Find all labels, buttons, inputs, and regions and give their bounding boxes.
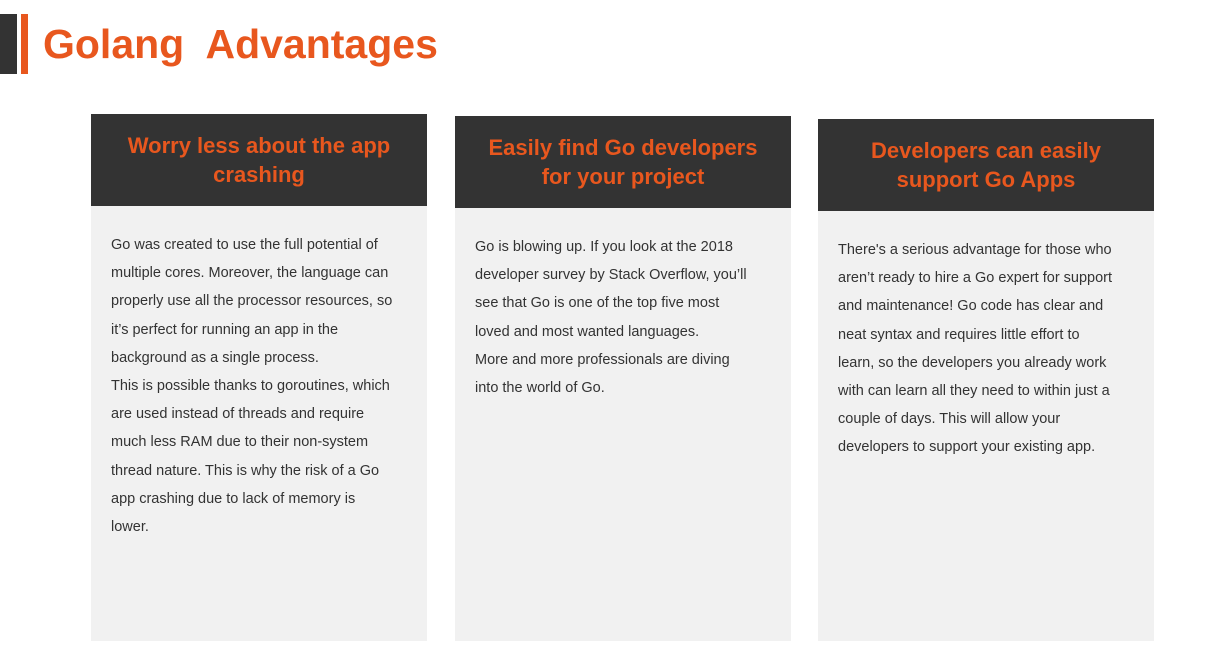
text-line: are used instead of threads and require [111, 406, 365, 423]
card-text: There's a serious advantage for those wh… [838, 236, 1136, 462]
card-body: Go was created to use the full potential… [91, 206, 427, 541]
text-line: into the world of Go. [475, 380, 605, 397]
card-body: There's a serious advantage for those wh… [818, 211, 1154, 462]
text-line: This is possible thanks to goroutines, w… [111, 378, 390, 395]
text-line: aren’t ready to hire a Go expert for sup… [838, 270, 1113, 287]
card-developer-availability: Easily find Go developers for your proje… [455, 116, 791, 641]
text-line: multiple cores. Moreover, the language c… [111, 265, 389, 282]
card-body: Go is blowing up. If you look at the 201… [455, 208, 791, 402]
slide-title: Golang Advantages [43, 21, 438, 67]
text-line: developer survey by Stack Overflow, you’… [475, 267, 747, 284]
text-line: More and more professionals are diving [475, 351, 730, 368]
text-line: lower. [111, 519, 149, 536]
text-line: it’s perfect for running an app in the [111, 321, 339, 338]
title-accent-bar-dark [0, 14, 17, 74]
text-line: and maintenance! Go code has clear and [838, 298, 1104, 315]
text-line: developers to support your existing app. [838, 439, 1096, 456]
text-line: neat syntax and requires little effort t… [838, 326, 1080, 343]
card-app-support: Developers can easily support Go Apps Th… [818, 119, 1154, 641]
text-line: Go is blowing up. If you look at the 201… [475, 239, 733, 255]
card-heading: Worry less about the app crashing [127, 133, 391, 187]
text-line: much less RAM due to their non-system [111, 434, 369, 451]
text-line: properly use all the processor resources… [111, 293, 393, 310]
card-app-stability: Worry less about the app crashing Go was… [91, 114, 427, 641]
text-line: learn, so the developers you already wor… [838, 354, 1107, 371]
text-line: couple of days. This will allow your [838, 411, 1061, 428]
card-heading: Developers can easily support Go Apps [871, 138, 1101, 192]
slide: Golang Advantages Worry less about the a… [0, 0, 1229, 655]
title-accent-bar-orange [21, 14, 28, 74]
text-line: There's a serious advantage for those wh… [838, 242, 1112, 258]
text-line: Go was created to use the full potential… [111, 237, 378, 253]
card-text: Go was created to use the full potential… [111, 231, 409, 541]
text-line: see that Go is one of the top five most [475, 295, 720, 312]
card-heading: Easily find Go developers for your proje… [488, 135, 758, 189]
card-header: Easily find Go developers for your proje… [455, 116, 791, 208]
card-text: Go is blowing up. If you look at the 201… [475, 233, 773, 402]
text-line: thread nature. This is why the risk of a… [111, 462, 380, 479]
card-header: Worry less about the app crashing [91, 114, 427, 206]
text-line: app crashing due to lack of memory is [111, 490, 356, 507]
card-header: Developers can easily support Go Apps [818, 119, 1154, 211]
text-line: background as a single process. [111, 349, 319, 366]
text-line: with can learn all they need to within j… [838, 383, 1110, 400]
text-line: loved and most wanted languages. [475, 323, 700, 340]
